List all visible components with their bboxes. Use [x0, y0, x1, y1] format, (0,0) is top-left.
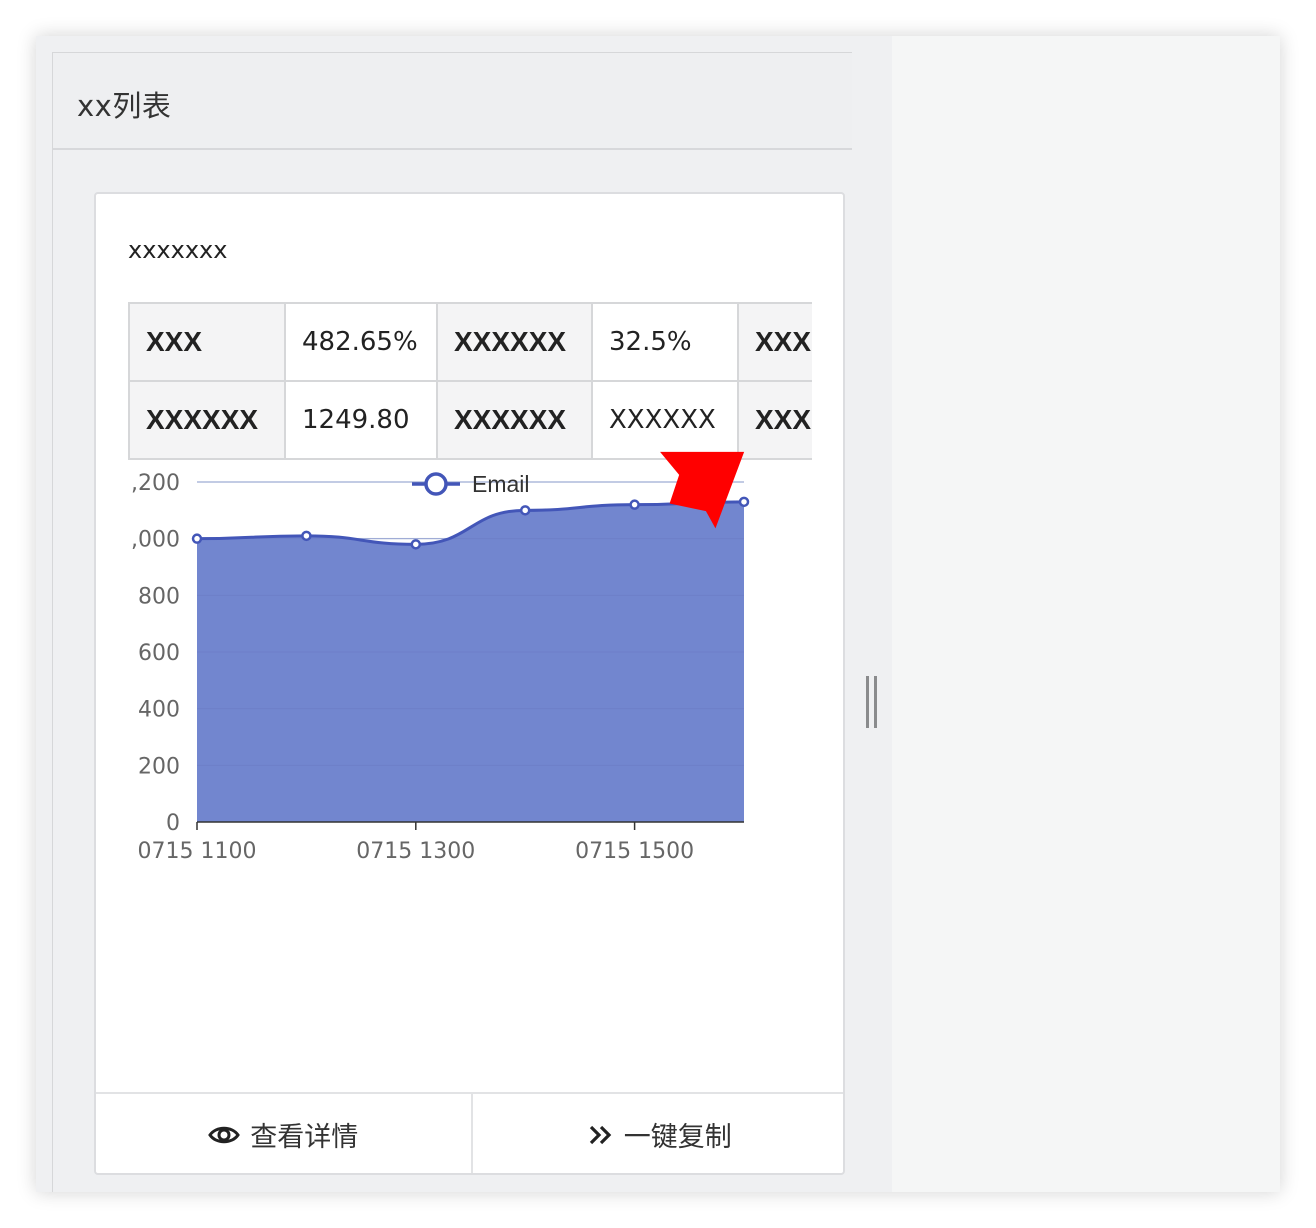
- one-click-copy-label: 一键复制: [623, 1122, 732, 1153]
- list-panel-inner: xx列表 xxxxxxx XXX 482.65% XXXXXX 32.5% XX…: [52, 52, 852, 1192]
- series-area-email: [197, 501, 744, 822]
- table-cell-key: XXX: [128, 302, 286, 382]
- view-details-label: 查看详情: [250, 1122, 359, 1153]
- table-row: XXXXXX 1249.80 XXXXXX XXXXXX XXX: [128, 380, 812, 460]
- app-window: xx列表 xxxxxxx XXX 482.65% XXXXXX 32.5% XX…: [36, 36, 1280, 1192]
- y-tick-label: 0: [166, 811, 180, 836]
- legend-marker-email: [424, 472, 448, 496]
- resize-handle-bar: [866, 676, 869, 728]
- table-cell-key: XXXXXX: [128, 380, 286, 460]
- resize-handle-bar: [874, 676, 877, 728]
- table-cell-value: 32.5%: [591, 302, 739, 382]
- data-point: [519, 505, 531, 516]
- stats-table: XXX 482.65% XXXXXX 32.5% XXX XXXXXX 1249…: [128, 302, 812, 460]
- table-cell-value: 482.65%: [284, 302, 438, 382]
- table-cell-value: XXXXXX: [591, 380, 739, 460]
- area-chart: 0 200 400 600 800 ,000 ,200 0715 1100 0715 1300 0…: [131, 471, 750, 864]
- y-tick-label: 200: [138, 754, 180, 779]
- y-tick-label: 600: [138, 641, 180, 666]
- table-cell-value: 1249.80: [284, 380, 438, 460]
- table-cell-key: XXXXXX: [436, 380, 593, 460]
- list-panel: xx列表 xxxxxxx XXX 482.65% XXXXXX 32.5% XX…: [36, 36, 892, 1192]
- panel-header: xx列表: [53, 53, 852, 150]
- data-point: [301, 530, 312, 542]
- panel-resize-handle[interactable]: [866, 676, 880, 728]
- y-tick-label: 400: [138, 698, 180, 723]
- table-row: XXX 482.65% XXXXXX 32.5% XXX: [128, 302, 812, 382]
- y-tick-label: 800: [138, 584, 180, 609]
- y-tick-label: ,200: [131, 471, 180, 496]
- y-tick-label: ,000: [131, 528, 180, 553]
- red-arrow-icon: [660, 451, 745, 529]
- data-point: [191, 533, 203, 544]
- x-tick-label: 0715 1300: [356, 839, 475, 864]
- view-details-button[interactable]: 查看详情: [96, 1094, 471, 1173]
- legend-label-email: Email: [472, 471, 530, 497]
- x-tick-label: 0715 1500: [575, 839, 694, 864]
- data-point: [629, 499, 640, 510]
- table-cell-key: XXXXXX: [436, 302, 593, 382]
- data-point: [410, 539, 422, 550]
- card-footer: 查看详情 一键复制: [96, 1092, 844, 1173]
- table-cell-key: XXX: [737, 302, 812, 382]
- eye-icon: [208, 1126, 241, 1143]
- chart-legend[interactable]: Email: [410, 465, 610, 505]
- table-cell-key: XXX: [737, 380, 812, 460]
- chart-card: xxxxxxx XXX 482.65% XXXXXX 32.5% XXX XXX…: [94, 192, 845, 1175]
- card-title: xxxxxxx: [128, 236, 228, 264]
- one-click-copy-button[interactable]: 一键复制: [470, 1094, 844, 1173]
- panel-title: xx列表: [77, 89, 172, 123]
- x-tick-label: 0715 1100: [138, 839, 257, 864]
- double-chevron-right-icon: [589, 1125, 612, 1144]
- stats-table-wrapper[interactable]: XXX 482.65% XXXXXX 32.5% XXX XXXXXX 1249…: [128, 302, 812, 460]
